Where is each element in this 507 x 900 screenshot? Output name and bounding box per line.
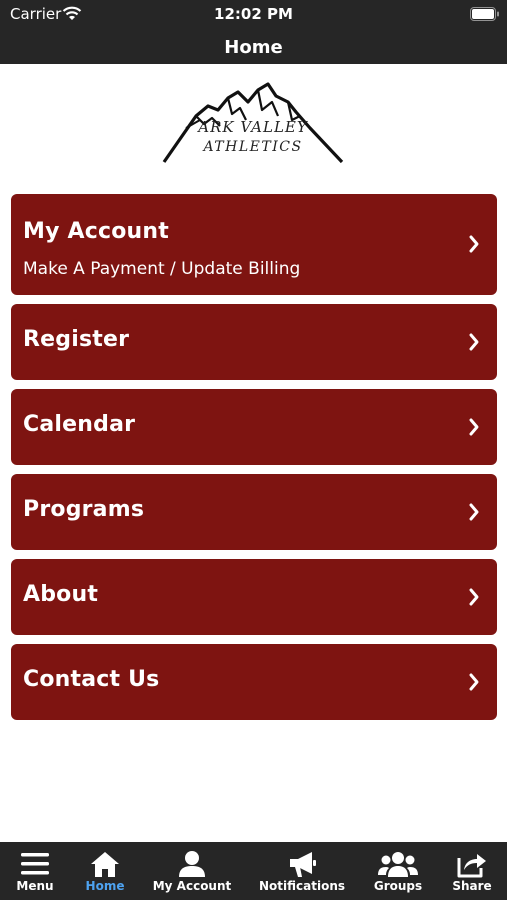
chevron-right-icon [469,235,479,253]
battery-icon [470,7,499,21]
tab-label: Menu [16,879,54,893]
tab-label: Home [85,879,125,893]
hamburger-icon [21,853,49,875]
menu-item-calendar[interactable]: Calendar [11,389,497,465]
menu-item-about[interactable]: About [11,559,497,635]
share-icon [457,854,486,878]
tab-home[interactable]: Home [80,842,130,900]
menu-item-label: Contact Us [23,667,160,692]
menu-item-label: My Account [23,219,169,244]
user-icon [179,851,205,877]
menu-item-register[interactable]: Register [11,304,497,380]
menu-item-label: Calendar [23,412,136,437]
tab-label: Groups [373,879,423,893]
chevron-right-icon [469,588,479,606]
menu-item-programs[interactable]: Programs [11,474,497,550]
group-icon [378,852,418,877]
tab-share[interactable]: Share [448,842,496,900]
menu-item-sublabel: Make A Payment / Update Billing [23,259,301,279]
chevron-right-icon [469,418,479,436]
tab-groups[interactable]: Groups [370,842,426,900]
menu-item-label: About [23,582,99,607]
page-title: Home [224,36,283,58]
home-menu: My Account Make A Payment / Update Billi… [11,194,497,729]
logo-text: ARK VALLEY ATHLETICS [160,118,346,155]
home-icon [91,852,119,877]
tab-label: Share [452,879,492,893]
tab-label: My Account [152,879,232,893]
menu-item-label: Programs [23,497,145,522]
megaphone-icon [290,852,316,877]
chevron-right-icon [469,503,479,521]
tab-notifications[interactable]: Notifications [258,842,346,900]
tab-label: Notifications [258,879,346,893]
tab-my-account[interactable]: My Account [152,842,232,900]
menu-item-my-account[interactable]: My Account Make A Payment / Update Billi… [11,194,497,295]
navigation-bar: Home [0,30,507,64]
chevron-right-icon [469,333,479,351]
status-bar: Carrier 12:02 PM [0,0,507,30]
logo-line-2: ATHLETICS [203,139,303,155]
tab-menu[interactable]: Menu [10,842,60,900]
logo-line-1: ARK VALLEY [198,118,308,136]
menu-item-contact-us[interactable]: Contact Us [11,644,497,720]
tab-bar: Menu Home My Account Notifications Group… [0,842,507,900]
menu-item-label: Register [23,327,130,352]
chevron-right-icon [469,673,479,691]
clock: 12:02 PM [214,5,293,23]
